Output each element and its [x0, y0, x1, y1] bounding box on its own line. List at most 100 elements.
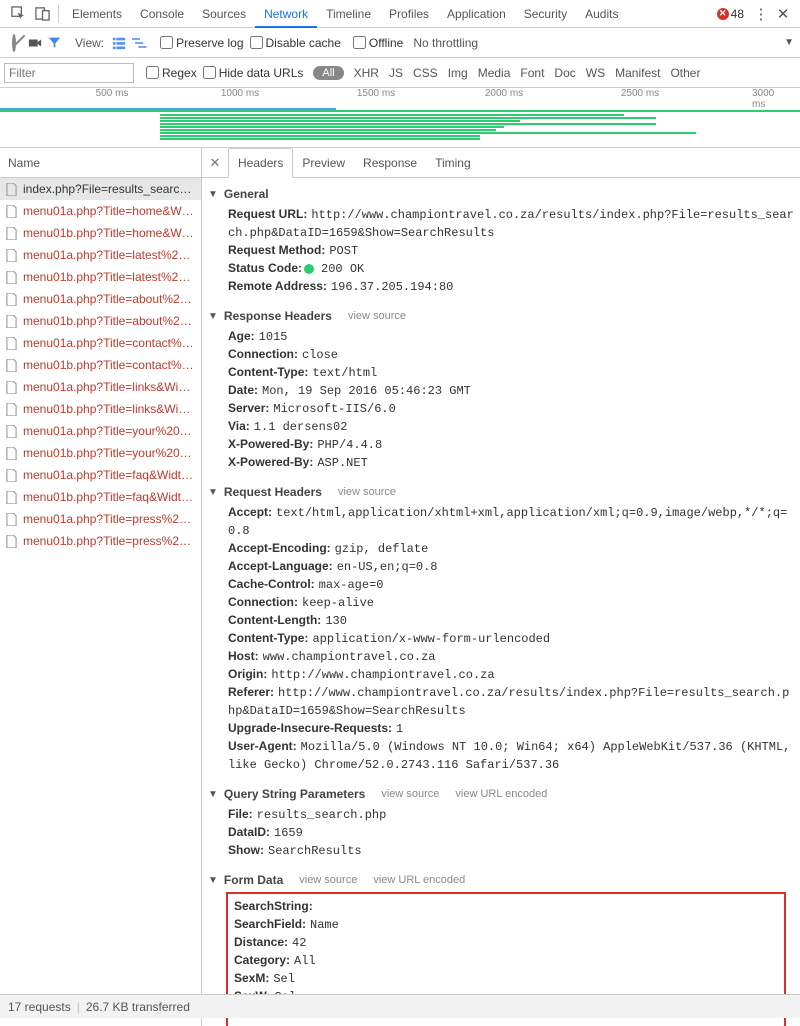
- preserve-log-checkbox[interactable]: Preserve log: [160, 36, 243, 50]
- tab-console[interactable]: Console: [131, 0, 193, 28]
- view-source-link[interactable]: view source: [381, 788, 439, 800]
- file-icon: [6, 535, 17, 548]
- request-row[interactable]: menu01a.php?Title=latest%20res…: [0, 244, 201, 266]
- header-row: DataID:1659: [228, 824, 794, 842]
- filter-type-doc[interactable]: Doc: [554, 66, 575, 80]
- request-row[interactable]: menu01a.php?Title=home&Widt…: [0, 200, 201, 222]
- filter-type-js[interactable]: JS: [389, 66, 403, 80]
- list-view-icon[interactable]: [112, 36, 126, 50]
- header-row: SexM:Sel: [234, 970, 778, 988]
- view-url-encoded-link[interactable]: view URL encoded: [455, 788, 547, 800]
- close-devtools-icon[interactable]: ✕: [772, 5, 794, 23]
- header-row: Referer:http://www.championtravel.co.za/…: [228, 684, 794, 720]
- type-filters: All XHR JS CSS Img Media Font Doc WS Manifest Othe…: [313, 66, 700, 80]
- detail-body: ▼GeneralRequest URL:http://www.championt…: [202, 178, 800, 1026]
- tab-application[interactable]: Application: [438, 0, 515, 28]
- request-row[interactable]: index.php?File=results_search.ph…: [0, 178, 201, 200]
- request-row[interactable]: menu01a.php?Title=about%20ch…: [0, 288, 201, 310]
- disclose-icon[interactable]: ▼: [208, 311, 218, 322]
- close-detail-icon[interactable]: ✕: [206, 155, 224, 171]
- split-view: Name index.php?File=results_search.ph…me…: [0, 148, 800, 1026]
- view-url-encoded-link[interactable]: view URL encoded: [373, 874, 465, 886]
- request-row[interactable]: menu01a.php?Title=contact%20i…: [0, 332, 201, 354]
- tab-network[interactable]: Network: [255, 0, 317, 28]
- request-row[interactable]: menu01b.php?Title=contact%20i…: [0, 354, 201, 376]
- tab-sources[interactable]: Sources: [193, 0, 255, 28]
- inspect-icon[interactable]: [6, 2, 30, 26]
- filter-type-manifest[interactable]: Manifest: [615, 66, 660, 80]
- file-icon: [6, 469, 17, 482]
- timeline-overview[interactable]: 500 ms1000 ms1500 ms2000 ms2500 ms3000 m…: [0, 88, 800, 148]
- header-row: Status Code:200 OK: [228, 260, 794, 278]
- tab-timeline[interactable]: Timeline: [317, 0, 380, 28]
- disable-cache-checkbox[interactable]: Disable cache: [250, 36, 341, 50]
- kebab-menu-icon[interactable]: ⋮: [750, 5, 772, 23]
- clear-icon[interactable]: [12, 36, 16, 50]
- camera-icon[interactable]: [28, 36, 42, 50]
- file-icon: [6, 293, 17, 306]
- timeline-tick: 3000 ms: [752, 88, 784, 110]
- request-row[interactable]: menu01a.php?Title=your%20cha…: [0, 420, 201, 442]
- request-row[interactable]: menu01b.php?Title=your%20cha…: [0, 442, 201, 464]
- tab-audits[interactable]: Audits: [576, 0, 627, 28]
- filter-type-media[interactable]: Media: [478, 66, 511, 80]
- request-row[interactable]: menu01b.php?Title=press%20rel…: [0, 530, 201, 552]
- request-row[interactable]: menu01b.php?Title=latest%20res…: [0, 266, 201, 288]
- request-row[interactable]: menu01b.php?Title=links&Width…: [0, 398, 201, 420]
- view-source-link[interactable]: view source: [299, 874, 357, 886]
- filter-type-img[interactable]: Img: [448, 66, 468, 80]
- detail-tab-headers[interactable]: Headers: [228, 148, 293, 178]
- header-row: Accept:text/html,application/xhtml+xml,a…: [228, 504, 794, 540]
- filter-input[interactable]: [4, 63, 134, 83]
- section-request-headers: ▼Request Headersview sourceAccept:text/h…: [202, 480, 800, 782]
- filter-type-all[interactable]: All: [313, 66, 343, 80]
- name-header[interactable]: Name: [0, 148, 201, 178]
- header-row: Age:1015: [228, 328, 794, 346]
- disclose-icon[interactable]: ▼: [208, 789, 218, 800]
- section-general: ▼GeneralRequest URL:http://www.championt…: [202, 182, 800, 304]
- request-list-pane: Name index.php?File=results_search.ph…me…: [0, 148, 202, 1026]
- section-response-headers: ▼Response Headersview sourceAge:1015Conn…: [202, 304, 800, 480]
- timeline-tick: 2500 ms: [621, 88, 659, 99]
- tab-elements[interactable]: Elements: [63, 0, 131, 28]
- error-badge[interactable]: ✕ 48: [717, 7, 744, 21]
- offline-checkbox[interactable]: Offline: [353, 36, 403, 50]
- header-row: Content-Type:application/x-www-form-urle…: [228, 630, 794, 648]
- hide-data-urls-checkbox[interactable]: Hide data URLs: [203, 66, 304, 80]
- detail-tab-preview[interactable]: Preview: [293, 148, 354, 178]
- throttle-select[interactable]: No throttling: [409, 36, 482, 50]
- request-row[interactable]: menu01a.php?Title=links&Width…: [0, 376, 201, 398]
- view-source-link[interactable]: view source: [348, 310, 406, 322]
- detail-tab-timing[interactable]: Timing: [426, 148, 480, 178]
- panel-tabs: ElementsConsoleSourcesNetworkTimelinePro…: [63, 0, 717, 28]
- header-row: Content-Type:text/html: [228, 364, 794, 382]
- request-row[interactable]: menu01b.php?Title=about%20ch…: [0, 310, 201, 332]
- header-row: Category:All: [234, 952, 778, 970]
- chevron-down-icon[interactable]: ▼: [784, 37, 794, 48]
- detail-tab-response[interactable]: Response: [354, 148, 426, 178]
- header-row: User-Agent:Mozilla/5.0 (Windows NT 10.0;…: [228, 738, 794, 774]
- filter-type-font[interactable]: Font: [520, 66, 544, 80]
- request-row[interactable]: menu01b.php?Title=home&Widt…: [0, 222, 201, 244]
- device-mode-icon[interactable]: [30, 2, 54, 26]
- request-row[interactable]: menu01b.php?Title=faq&Width=…: [0, 486, 201, 508]
- view-source-link[interactable]: view source: [338, 486, 396, 498]
- file-icon: [6, 425, 17, 438]
- request-row[interactable]: menu01a.php?Title=press%20rele…: [0, 508, 201, 530]
- filter-type-other[interactable]: Other: [670, 66, 700, 80]
- filter-type-ws[interactable]: WS: [586, 66, 605, 80]
- filter-type-css[interactable]: CSS: [413, 66, 438, 80]
- header-row: File:results_search.php: [228, 806, 794, 824]
- filter-icon[interactable]: [48, 36, 61, 49]
- tab-profiles[interactable]: Profiles: [380, 0, 438, 28]
- disclose-icon[interactable]: ▼: [208, 875, 218, 886]
- request-row[interactable]: menu01a.php?Title=faq&Width=…: [0, 464, 201, 486]
- detail-pane: ✕ HeadersPreviewResponseTiming ▼GeneralR…: [202, 148, 800, 1026]
- regex-checkbox[interactable]: Regex: [146, 66, 197, 80]
- waterfall-view-icon[interactable]: [132, 36, 148, 50]
- disclose-icon[interactable]: ▼: [208, 189, 218, 200]
- filter-bar: Regex Hide data URLs All XHR JS CSS Img Media…: [0, 58, 800, 88]
- tab-security[interactable]: Security: [515, 0, 576, 28]
- filter-type-xhr[interactable]: XHR: [354, 66, 379, 80]
- disclose-icon[interactable]: ▼: [208, 487, 218, 498]
